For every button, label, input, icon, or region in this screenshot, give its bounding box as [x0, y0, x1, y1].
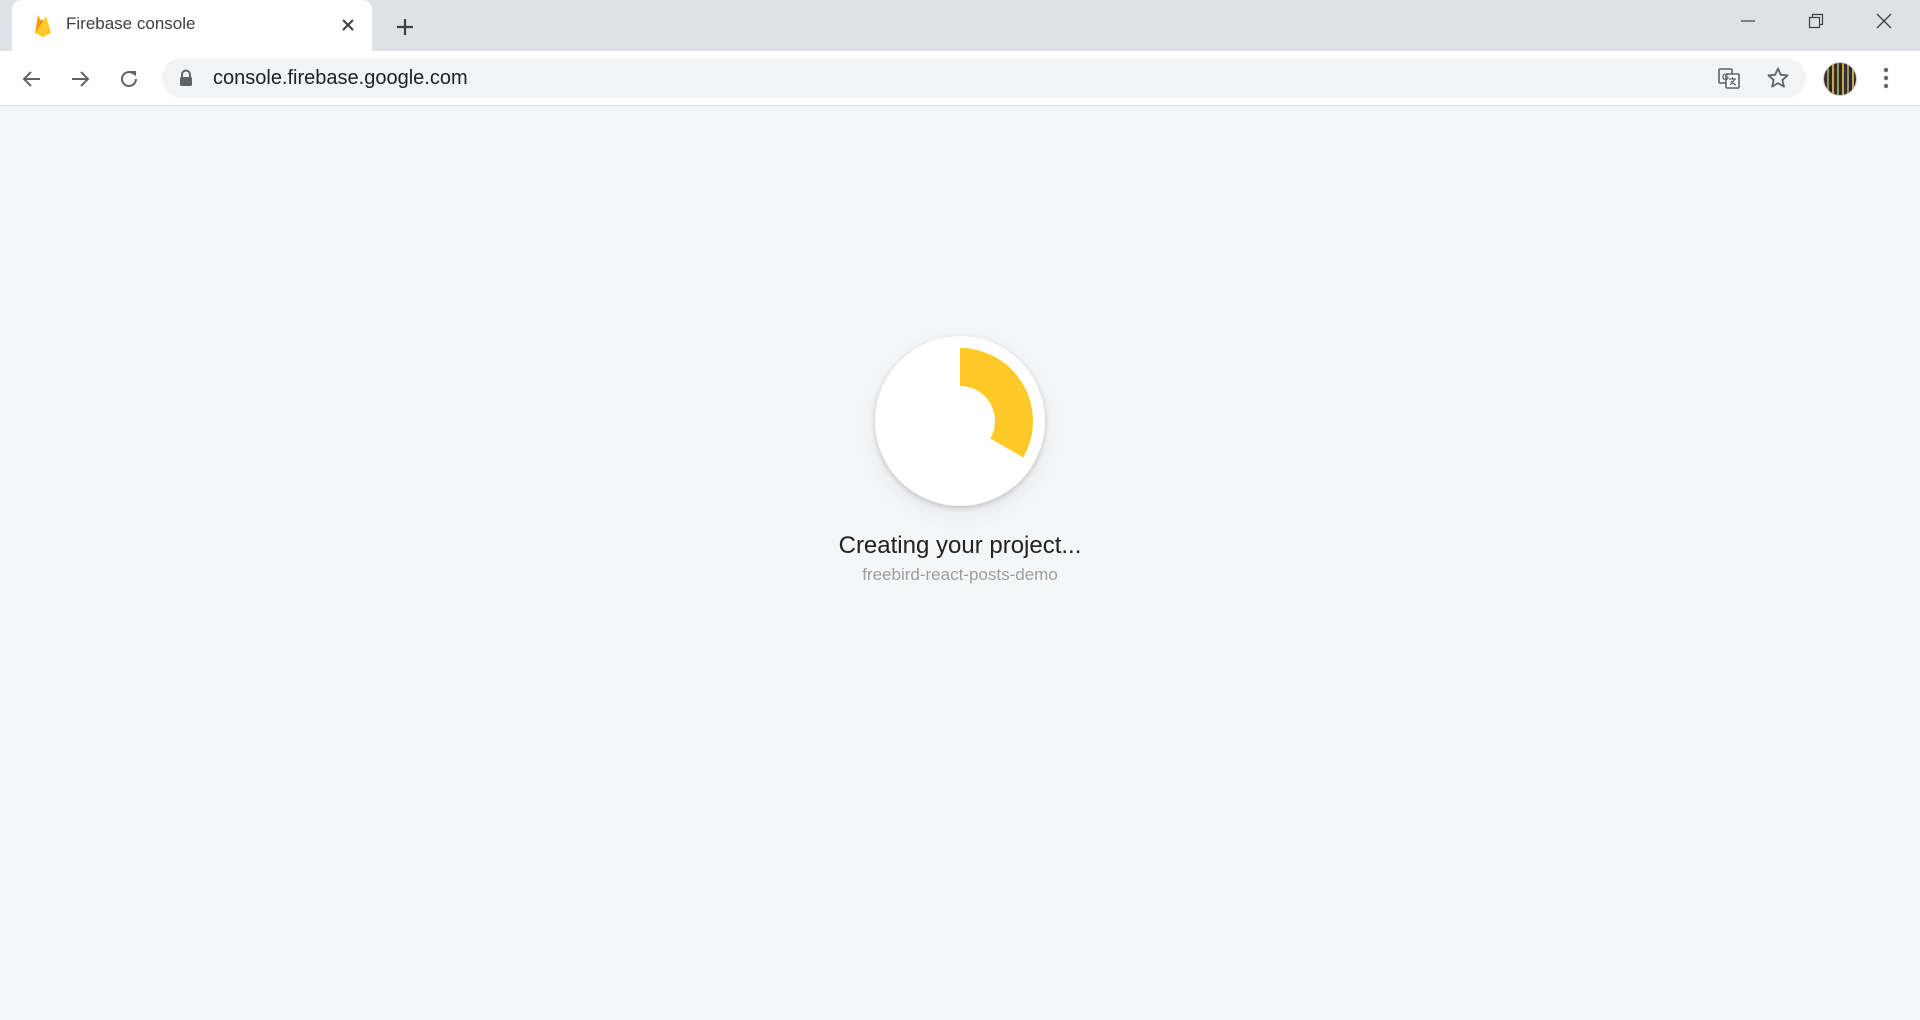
forward-button[interactable]	[63, 62, 97, 96]
status-title: Creating your project...	[838, 532, 1082, 559]
browser-menu-button[interactable]	[1872, 62, 1900, 94]
svg-text:G: G	[1722, 72, 1729, 82]
progress-arc	[960, 348, 1033, 458]
arrow-left-icon	[22, 71, 40, 87]
tab-title: Firebase console	[66, 14, 196, 33]
restore-button[interactable]	[1782, 0, 1850, 42]
firebase-flame-icon	[32, 13, 54, 37]
arrow-right-icon	[72, 71, 90, 87]
url-text[interactable]: console.firebase.google.com	[213, 67, 468, 90]
tab-close-icon[interactable]	[336, 13, 360, 37]
reload-icon	[121, 71, 137, 87]
restore-icon	[1808, 13, 1824, 29]
minimize-button[interactable]	[1714, 0, 1782, 42]
project-name: freebird-react-posts-demo	[862, 565, 1058, 584]
tab-strip: Firebase console	[0, 0, 1920, 51]
profile-avatar[interactable]	[1823, 62, 1857, 96]
reload-button[interactable]	[112, 62, 146, 96]
new-tab-button[interactable]	[390, 12, 420, 42]
page-content: Creating your project... freebird-react-…	[0, 106, 1920, 1020]
address-bar[interactable]: console.firebase.google.com G	[162, 58, 1806, 98]
progress-spinner	[875, 336, 1045, 506]
bookmark-star-icon[interactable]	[1764, 64, 1792, 92]
translate-icon[interactable]: G	[1715, 64, 1743, 92]
window-close-button[interactable]	[1850, 0, 1918, 42]
more-vertical-icon	[1883, 67, 1889, 89]
minimize-icon	[1741, 20, 1755, 22]
lock-icon[interactable]	[178, 69, 194, 87]
browser-toolbar: console.firebase.google.com G	[0, 51, 1920, 106]
close-icon	[1876, 13, 1892, 29]
tab-firebase-console[interactable]: Firebase console	[12, 0, 372, 51]
back-button[interactable]	[15, 62, 49, 96]
plus-icon	[397, 19, 413, 35]
